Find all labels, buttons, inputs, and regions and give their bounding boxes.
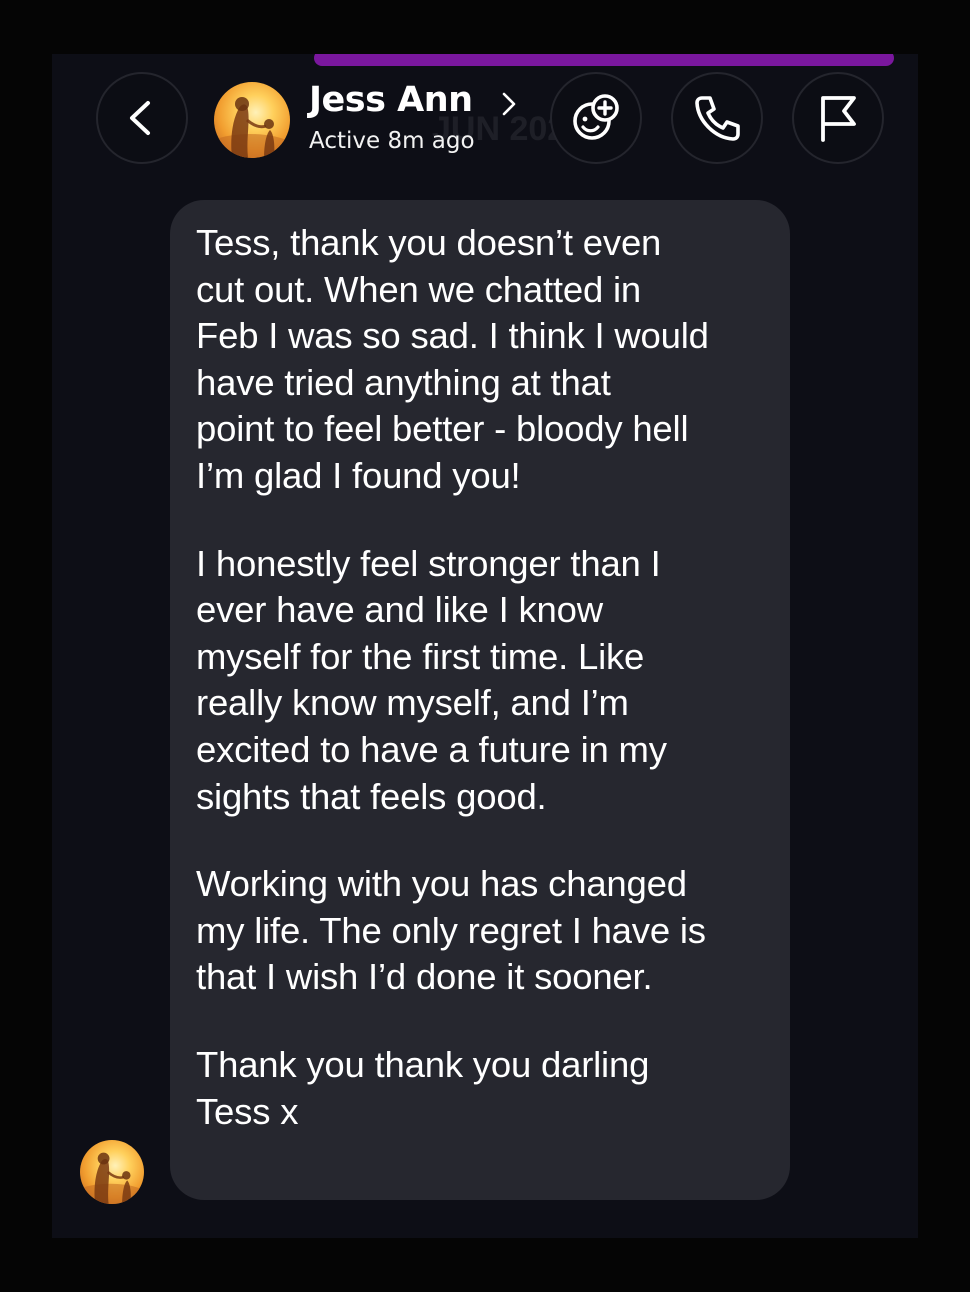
contact-avatar[interactable]	[214, 82, 290, 158]
call-button[interactable]	[671, 72, 763, 164]
back-button[interactable]	[96, 72, 188, 164]
effects-button[interactable]	[550, 72, 642, 164]
report-button[interactable]	[792, 72, 884, 164]
chevron-left-icon	[130, 101, 150, 135]
message-paragraph: Working with you has changed my life. Th…	[196, 863, 706, 998]
phone-icon	[695, 96, 740, 141]
accent-bar	[314, 54, 894, 66]
message-paragraph: Tess, thank you doesn’t even cut out. Wh…	[196, 222, 709, 496]
sender-avatar[interactable]	[80, 1140, 144, 1204]
contact-name[interactable]: Jess Ann	[309, 80, 473, 120]
active-status: Active 8m ago	[309, 128, 475, 154]
chat-screen: JUN 202 Jess Ann Active 8m ago Tess, tha…	[52, 54, 918, 1238]
flag-icon	[821, 96, 856, 142]
chevron-right-icon[interactable]	[500, 90, 518, 118]
add-effect-icon	[573, 94, 619, 140]
message-paragraph: Thank you thank you darling Tess x	[196, 1043, 650, 1132]
message-bubble[interactable]: Tess, thank you doesn’t even cut out. Wh…	[170, 200, 790, 1200]
message-paragraph: I honestly feel stronger than I ever hav…	[196, 542, 667, 817]
